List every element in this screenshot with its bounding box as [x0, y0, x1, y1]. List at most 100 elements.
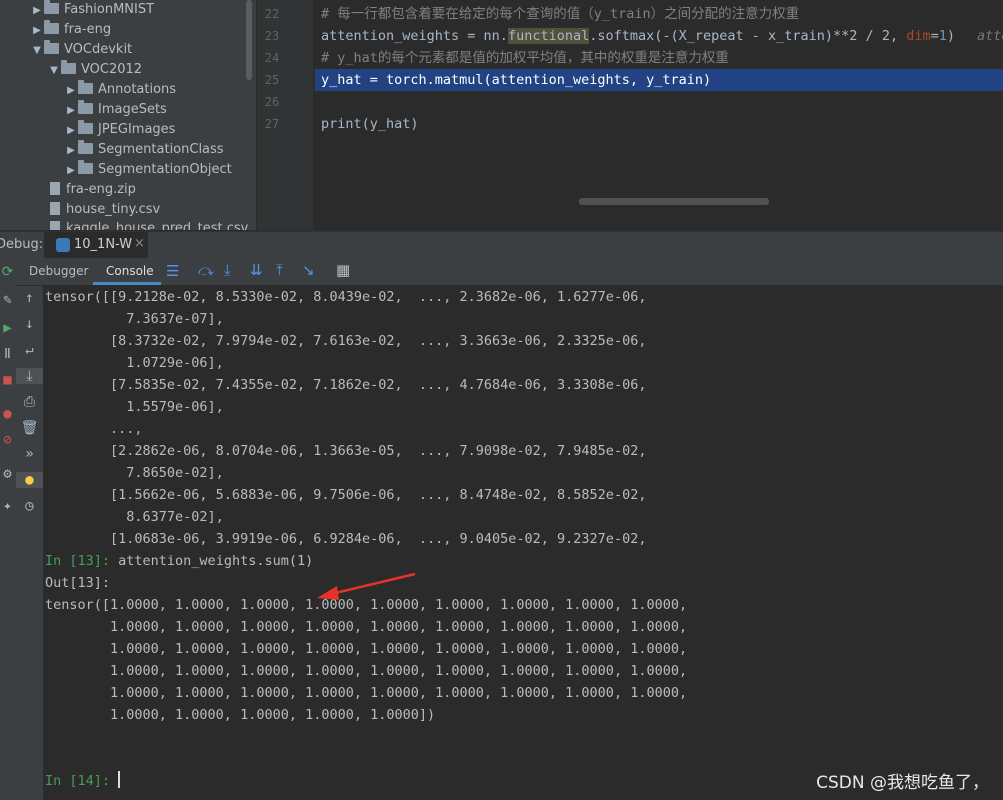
code-line-comment[interactable]: # 每一行都包含着要在给定的每个查询的值（y_train）之间分配的注意力权重 — [321, 3, 799, 25]
console-line: [1.5662e-06, 5.6883e-06, 9.7506e-06, ...… — [45, 487, 647, 503]
line-number: 26 — [264, 95, 280, 109]
console-line: 7.8650e-02], — [45, 465, 224, 481]
console-line: tensor([[9.2128e-02, 8.5330e-02, 8.0439e… — [45, 289, 647, 305]
step-into-my-code-icon[interactable]: ⇊ — [250, 261, 263, 279]
tree-item-fra-eng[interactable]: ▶ fra-eng — [30, 20, 111, 40]
line-number: 25 — [264, 73, 280, 87]
arrow-head — [317, 586, 339, 600]
debug-session-tab[interactable]: 10_1N-W × — [44, 232, 148, 261]
code-line-yhat[interactable]: y_hat = torch.matmul(attention_weights, … — [321, 69, 711, 91]
editor-horizontal-scrollbar[interactable] — [579, 198, 769, 205]
console-toolbar: ↑ ↓ ↵ ⤓ ⎙ 🗑 » ● ◷ — [16, 286, 43, 800]
folder-icon — [78, 100, 93, 114]
code-editor[interactable]: 22 23 24 25 26 27 # 每一行都包含着要在给定的每个查询的值（y… — [257, 0, 1003, 230]
inline-hint: atten — [977, 28, 1003, 44]
project-tree: ▶ FashionMNIST ▶ fra-eng ▼ VOCdevkit ▼ VOC20… — [0, 0, 256, 230]
soft-wrap-icon[interactable]: ↵ — [16, 342, 43, 358]
console-line: [7.5835e-02, 7.4355e-02, 7.1862e-02, ...… — [45, 377, 647, 393]
debug-actions-strip: ⟳ ✎ ▶ Ⅱ ■ ● ⊘ ⚙ ✦ — [0, 258, 16, 800]
console-line: [1.0683e-06, 3.9919e-06, 6.9284e-06, ...… — [45, 531, 647, 547]
menu-icon[interactable]: ☰ — [166, 262, 179, 280]
csdn-watermark: CSDN @我想吃鱼了， — [816, 773, 989, 793]
debug-tool-window-header: Debug: 10_1N-W × — [0, 231, 1003, 261]
evaluate-grid-icon[interactable]: ▦ — [336, 261, 350, 279]
tree-item-jpegimages[interactable]: ▶ JPEGImages — [64, 120, 175, 140]
tree-item-vocdevkit[interactable]: ▼ VOCdevkit — [30, 40, 132, 60]
tree-item-voc2012[interactable]: ▼ VOC2012 — [47, 60, 142, 80]
trash-icon[interactable]: 🗑 — [16, 420, 43, 436]
folder-icon — [44, 40, 59, 54]
console-input-line: In [13]: attention_weights.sum(1) — [45, 550, 313, 572]
console-line: 1.0000, 1.0000, 1.0000, 1.0000, 1.0000, … — [45, 663, 688, 679]
tree-item-annotations[interactable]: ▶ Annotations — [64, 80, 176, 100]
arrow-up-icon[interactable]: ↑ — [16, 290, 43, 306]
tree-item-imagesets[interactable]: ▶ ImageSets — [64, 100, 167, 120]
chevron-down-icon[interactable]: ▼ — [30, 41, 44, 61]
zip-file-icon — [50, 182, 60, 195]
chevron-right-icon[interactable]: ▶ — [30, 1, 44, 21]
console-line: 1.5579e-06], — [45, 399, 224, 415]
arrow-shaft — [330, 572, 416, 596]
chevron-right-icon[interactable]: ▶ — [64, 121, 78, 141]
tree-scrollbar[interactable] — [246, 0, 252, 80]
code-line-print[interactable]: print(y_hat) — [321, 113, 419, 135]
step-out-icon[interactable]: ⤒ — [276, 261, 283, 279]
console-line: [2.2862e-06, 8.0704e-06, 1.3663e-05, ...… — [45, 443, 647, 459]
console-line: 7.3637e-07], — [45, 311, 224, 327]
csv-file-icon — [50, 202, 60, 215]
execute-icon[interactable]: » — [16, 446, 43, 462]
csv-file-icon — [50, 221, 60, 230]
tree-item-kaggle-csv[interactable]: kaggle_house_pred_test.csv — [50, 219, 248, 230]
line-number: 22 — [264, 7, 280, 21]
step-into-icon[interactable]: ⤓ — [224, 261, 231, 279]
line-number: 27 — [264, 117, 280, 131]
folder-icon — [61, 60, 76, 74]
chevron-right-icon[interactable]: ▶ — [64, 81, 78, 101]
console-input-line[interactable]: In [14]: — [45, 770, 121, 792]
step-over-icon[interactable]: ⤼ — [198, 261, 214, 279]
console-line: 1.0729e-06], — [45, 355, 224, 371]
folder-icon — [44, 20, 59, 34]
print-icon[interactable]: ⎙ — [16, 394, 43, 410]
scroll-to-end-icon[interactable]: ⤓ — [16, 368, 43, 384]
console-output[interactable]: tensor([[9.2128e-02, 8.5330e-02, 8.0439e… — [43, 286, 1003, 800]
code-line-comment[interactable]: # y_hat的每个元素都是值的加权平均值，其中的权重是注意力权重 — [321, 47, 729, 69]
python-console-icon[interactable]: ● — [16, 472, 43, 488]
folder-icon — [78, 160, 93, 174]
text-cursor — [118, 771, 121, 788]
tree-item-fra-eng-zip[interactable]: fra-eng.zip — [50, 180, 136, 200]
input-prompt: In [14]: — [45, 773, 119, 789]
folder-icon — [44, 0, 59, 14]
rerun-icon[interactable]: ⟳ — [0, 264, 21, 280]
folder-icon — [78, 80, 93, 94]
chevron-right-icon[interactable]: ▶ — [30, 21, 44, 41]
line-number: 24 — [264, 51, 280, 65]
tree-item-segmentationclass[interactable]: ▶ SegmentationClass — [64, 140, 224, 160]
console-line: 1.0000, 1.0000, 1.0000, 1.0000, 1.0000]) — [45, 707, 436, 723]
tab-debugger[interactable]: Debugger — [29, 264, 88, 278]
folder-icon — [78, 140, 93, 154]
console-line: 1.0000, 1.0000, 1.0000, 1.0000, 1.0000, … — [45, 685, 688, 701]
debugger-tabs-bar: Debugger Console ☰ ⤼ ⤓ ⇊ ⤒ ↘ ▦ — [0, 258, 1003, 286]
console-line: 1.0000, 1.0000, 1.0000, 1.0000, 1.0000, … — [45, 619, 688, 635]
arrow-down-icon[interactable]: ↓ — [16, 316, 43, 332]
input-prompt: In [13]: — [45, 553, 119, 569]
chevron-right-icon[interactable]: ▶ — [64, 101, 78, 121]
console-line: ..., — [45, 421, 143, 437]
history-icon[interactable]: ◷ — [16, 498, 43, 514]
input-code: attention_weights.sum(1) — [118, 553, 314, 569]
tree-item-fashionmnist[interactable]: ▶ FashionMNIST — [30, 0, 154, 20]
output-prompt: Out[13]: — [45, 575, 111, 591]
run-to-cursor-icon[interactable]: ↘ — [302, 261, 315, 279]
tree-item-segmentationobject[interactable]: ▶ SegmentationObject — [64, 160, 232, 180]
chevron-right-icon[interactable]: ▶ — [64, 161, 78, 181]
tree-item-house-tiny-csv[interactable]: house_tiny.csv — [50, 200, 160, 220]
annotation-arrow-icon — [317, 572, 416, 600]
chevron-right-icon[interactable]: ▶ — [64, 141, 78, 161]
console-line: 8.6377e-02], — [45, 509, 224, 525]
close-tab-icon[interactable]: × — [134, 236, 145, 251]
chevron-down-icon[interactable]: ▼ — [47, 61, 61, 81]
code-line-attention[interactable]: attention_weights = nn.functional.softma… — [321, 25, 1003, 47]
line-number: 23 — [264, 29, 280, 43]
tab-console[interactable]: Console — [93, 258, 161, 285]
